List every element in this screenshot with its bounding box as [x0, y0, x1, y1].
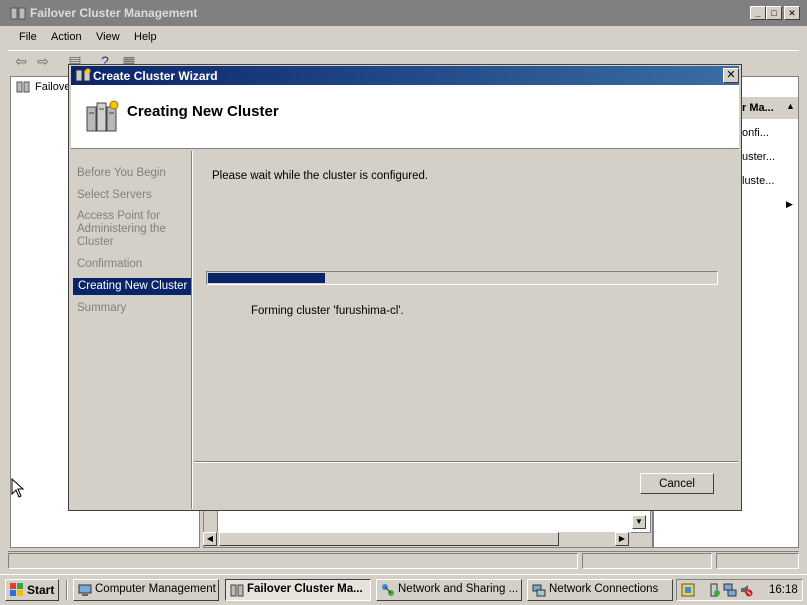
wizard-titlebar[interactable]: Create Cluster Wizard ✕ — [71, 66, 739, 85]
clock: 16:18 — [769, 584, 798, 596]
wizard-step-before-you-begin: Before You Begin — [77, 167, 166, 179]
taskbar-network-sharing[interactable]: Network and Sharing ... — [376, 579, 522, 601]
maximize-button[interactable]: □ — [766, 6, 782, 20]
wizard-step-access-point: Access Point for Administering the Clust… — [77, 210, 166, 248]
progress-fill — [208, 273, 325, 283]
action-item[interactable]: uster... — [742, 151, 775, 163]
taskbar-network-connections[interactable]: Network Connections — [527, 579, 673, 601]
wizard-body: Please wait while the cluster is configu… — [194, 151, 738, 461]
tree-root-item[interactable]: Failove — [35, 81, 70, 93]
action-item[interactable]: onfi... — [742, 127, 769, 139]
forward-arrow-icon[interactable]: ⇨ — [34, 53, 52, 69]
wizard-page-title: Creating New Cluster — [127, 103, 279, 120]
tray-app-icon[interactable] — [681, 583, 695, 597]
progress-detail: Forming cluster 'furushima-cl'. — [251, 305, 404, 317]
wizard-close-button[interactable]: ✕ — [723, 68, 739, 83]
tray-volume-muted-icon[interactable] — [739, 583, 753, 597]
close-button[interactable]: ✕ — [784, 6, 800, 20]
cluster-servers-icon — [86, 100, 119, 132]
actions-header-label: r Ma... — [742, 102, 774, 114]
tray-safely-remove-icon[interactable] — [707, 583, 721, 597]
scroll-left-arrow-icon[interactable]: ◀ — [203, 532, 217, 546]
status-segment — [8, 553, 578, 569]
network-sharing-icon — [382, 584, 394, 596]
collapse-arrow-icon[interactable]: ▲ — [786, 101, 795, 111]
mouse-cursor-icon — [11, 478, 25, 498]
status-bar — [8, 551, 799, 569]
system-tray: 16:18 — [676, 579, 803, 601]
task-label: Computer Management — [95, 583, 216, 595]
divider — [191, 151, 193, 509]
window-title: Failover Cluster Management — [30, 6, 198, 20]
wizard-step-confirmation: Confirmation — [77, 258, 143, 270]
status-segment — [582, 553, 712, 569]
status-message: Please wait while the cluster is configu… — [212, 170, 429, 182]
menu-bar: File Action View Help — [8, 28, 799, 48]
create-cluster-wizard: Create Cluster Wizard ✕ Creating New Clu… — [68, 64, 742, 511]
cancel-button[interactable]: Cancel — [640, 473, 714, 494]
taskbar: Start Computer Management Failover Clust… — [0, 574, 807, 605]
scroll-thumb[interactable] — [219, 532, 559, 546]
scroll-down-arrow-icon[interactable]: ▼ — [632, 515, 646, 529]
cluster-icon — [10, 7, 26, 20]
menu-help[interactable]: Help — [134, 31, 157, 43]
divider — [66, 580, 68, 600]
wizard-header: Creating New Cluster — [71, 85, 739, 149]
wizard-title: Create Cluster Wizard — [93, 69, 218, 83]
wizard-steps: Before You Begin Select Servers Access P… — [71, 151, 193, 507]
windows-logo-icon — [10, 583, 23, 596]
task-label: Network and Sharing ... — [398, 583, 519, 595]
task-label: Failover Cluster Ma... — [247, 583, 363, 595]
minimize-button[interactable]: _ — [750, 6, 766, 20]
failover-cluster-icon — [230, 584, 244, 597]
network-connections-icon — [532, 584, 546, 597]
scroll-right-arrow-icon[interactable]: ▶ — [615, 532, 629, 546]
tray-network-icon[interactable] — [723, 583, 737, 597]
action-item[interactable]: luste... — [742, 175, 774, 187]
wizard-step-select-servers: Select Servers — [77, 189, 152, 201]
taskbar-computer-management[interactable]: Computer Management — [73, 579, 219, 601]
menu-file[interactable]: File — [19, 31, 37, 43]
taskbar-failover-cluster[interactable]: Failover Cluster Ma... — [225, 579, 371, 601]
wizard-step-creating-new-cluster: Creating New Cluster — [73, 278, 191, 295]
menu-view[interactable]: View — [96, 31, 120, 43]
start-label: Start — [27, 583, 55, 597]
horizontal-scrollbar[interactable]: ◀ ▶ — [203, 532, 631, 546]
cluster-icon — [16, 81, 30, 93]
back-arrow-icon[interactable]: ⇦ — [12, 53, 30, 69]
start-button[interactable]: Start — [5, 579, 59, 601]
menu-action[interactable]: Action — [51, 31, 82, 43]
cluster-wizard-icon — [75, 68, 91, 82]
wizard-step-summary: Summary — [77, 302, 127, 314]
divider — [194, 461, 738, 463]
status-segment — [716, 553, 799, 569]
computer-management-icon — [78, 584, 92, 596]
mmc-titlebar: Failover Cluster Management _ □ ✕ — [0, 0, 807, 26]
task-label: Network Connections — [549, 583, 659, 595]
progress-bar — [206, 271, 718, 285]
submenu-arrow-icon[interactable]: ▶ — [786, 199, 793, 210]
